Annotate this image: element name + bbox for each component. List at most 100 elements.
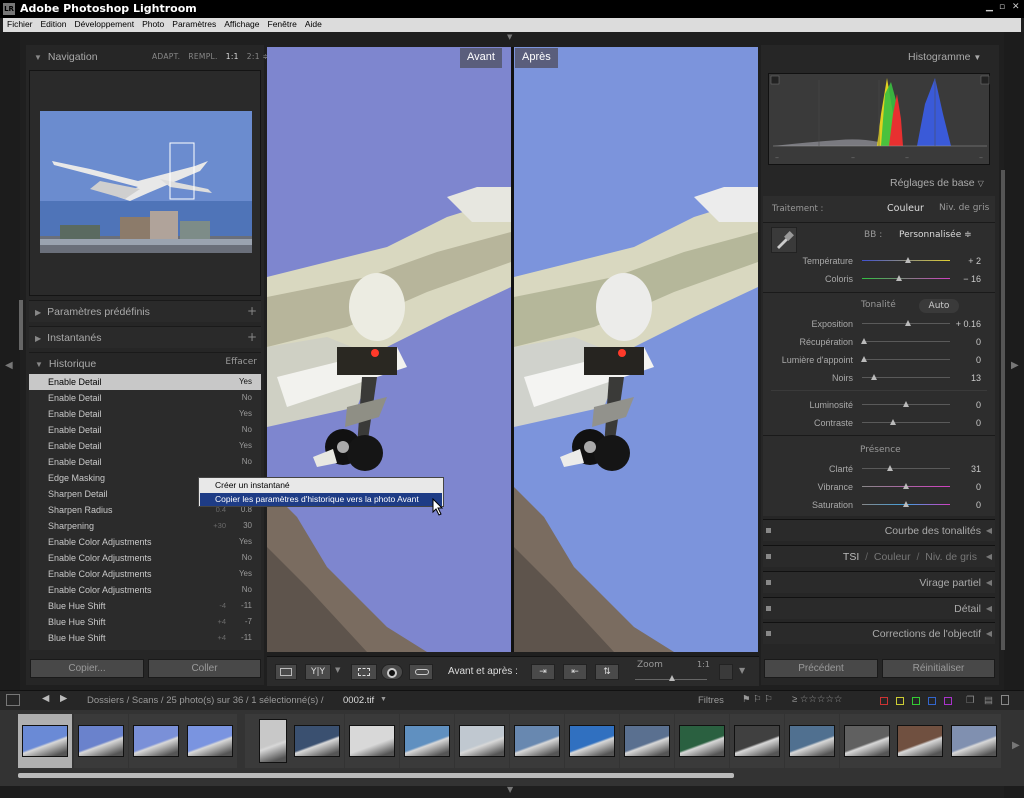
hsl-tab[interactable]: TSI	[843, 551, 859, 563]
history-clear-button[interactable]: Effacer	[225, 357, 257, 367]
back-arrow-icon[interactable]: ◀	[42, 693, 49, 704]
forward-arrow-icon[interactable]: ▶	[60, 693, 67, 704]
lens-corrections-section[interactable]: Corrections de l'objectif ◀	[763, 622, 995, 644]
menu-fichier[interactable]: Fichier	[3, 18, 37, 29]
after-photo[interactable]	[514, 47, 758, 652]
blue-label-filter[interactable]	[928, 697, 936, 705]
tint-knob[interactable]	[895, 275, 902, 281]
slider-tint[interactable]: Coloris − 16	[763, 270, 995, 288]
add-snapshot-icon[interactable]: +	[247, 330, 257, 344]
filter-switch-icon[interactable]	[1001, 695, 1009, 705]
right-scrollbar[interactable]	[1001, 170, 1005, 650]
nav-opt-fit[interactable]: ADAPT.	[152, 52, 180, 61]
spot-removal-button[interactable]	[409, 664, 433, 680]
filmstrip-thumbnail[interactable]	[183, 714, 237, 768]
fill-light-value[interactable]: 0	[976, 355, 981, 365]
create-snapshot-menu-item[interactable]: Créer un instantané	[200, 479, 442, 492]
filmstrip-thumbnail[interactable]	[785, 714, 839, 768]
nav-opt-2-1[interactable]: 2:1 ≑	[247, 52, 269, 61]
vibrance-knob[interactable]	[903, 483, 909, 489]
menu-developpement[interactable]: Développement	[71, 18, 139, 29]
nav-opt-fill[interactable]: REMPL.	[188, 52, 217, 61]
menu-fenetre[interactable]: Fenêtre	[264, 18, 301, 29]
history-row[interactable]: Enable Color Adjustments No	[29, 582, 261, 598]
slider-saturation[interactable]: Saturation 0	[763, 496, 995, 514]
treatment-gray-option[interactable]: Niv. de gris	[939, 203, 989, 213]
fill-light-knob[interactable]	[860, 356, 867, 362]
history-row[interactable]: Enable Color Adjustments No	[29, 550, 261, 566]
filter-lock-icon[interactable]: ▤	[984, 695, 993, 706]
detail-section[interactable]: Détail ◀	[763, 597, 995, 619]
brightness-value[interactable]: 0	[976, 400, 981, 410]
filmstrip-thumbnail[interactable]	[455, 714, 509, 768]
slider-vibrance[interactable]: Vibrance 0	[763, 478, 995, 496]
blacks-value[interactable]: 13	[971, 373, 981, 383]
filmstrip-scrollbar[interactable]	[18, 773, 734, 778]
filmstrip-thumbnail[interactable]	[290, 714, 344, 768]
history-row[interactable]: Blue Hue Shift -4 -11	[29, 598, 261, 614]
exposure-value[interactable]: + 0.16	[956, 319, 981, 329]
hsl-section[interactable]: TSI / Couleur / Niv. de gris ◀	[763, 545, 995, 567]
menu-photo[interactable]: Photo	[138, 18, 168, 29]
filmstrip-thumbnail[interactable]	[510, 714, 564, 768]
history-row[interactable]: Enable Detail No	[29, 454, 261, 470]
copy-before-to-after-button[interactable]: ⇤	[563, 664, 587, 680]
minimize-icon[interactable]: ▁	[986, 2, 993, 12]
recovery-track[interactable]	[862, 341, 950, 342]
copy-button[interactable]: Copier...	[30, 659, 144, 678]
red-label-filter[interactable]	[880, 697, 888, 705]
slider-clarity[interactable]: Clarté 31	[763, 460, 995, 478]
navigation-header[interactable]: ▼ Navigation	[34, 51, 98, 63]
zoom-slider-knob[interactable]	[669, 675, 675, 681]
navigator-thumbnail[interactable]	[30, 71, 262, 297]
panel-switch-icon[interactable]	[766, 606, 771, 611]
copy-history-to-before-menu-item[interactable]: Copier les paramètres d'historique vers …	[200, 493, 442, 506]
basic-header[interactable]: Réglages de base ▽	[890, 177, 984, 189]
slider-recovery[interactable]: Récupération 0	[763, 333, 995, 351]
saturation-knob[interactable]	[903, 501, 909, 507]
vibrance-value[interactable]: 0	[976, 482, 981, 492]
clarity-knob[interactable]	[887, 465, 894, 471]
contrast-value[interactable]: 0	[976, 418, 981, 428]
histogram-header[interactable]: Histogramme ▼	[908, 51, 981, 63]
toolbar-color-swatch[interactable]	[719, 664, 733, 680]
slider-exposure[interactable]: Exposition + 0.16	[763, 315, 995, 333]
history-row[interactable]: Enable Detail Yes	[29, 406, 261, 422]
slider-temperature[interactable]: Température + 2	[763, 252, 995, 270]
color-tab[interactable]: Couleur	[874, 551, 911, 563]
slider-brightness[interactable]: Luminosité 0	[763, 396, 995, 414]
toolbar-options-dropdown-icon[interactable]: ▼	[739, 666, 745, 675]
history-row[interactable]: Enable Detail No	[29, 390, 261, 406]
rating-filter[interactable]: ≥ ☆☆☆☆☆	[792, 694, 842, 705]
slider-blacks[interactable]: Noirs 13	[763, 369, 995, 387]
tint-value[interactable]: − 16	[963, 274, 981, 284]
blacks-knob[interactable]	[871, 374, 878, 380]
maximize-icon[interactable]: ▫	[999, 2, 1005, 12]
view-mode-dropdown-icon[interactable]: ▼	[335, 666, 340, 674]
presets-section[interactable]: ▶ Paramètres prédéfinis +	[29, 300, 261, 322]
history-row[interactable]: Enable Color Adjustments Yes	[29, 534, 261, 550]
add-preset-icon[interactable]: +	[247, 304, 257, 318]
snapshots-section[interactable]: ▶ Instantanés +	[29, 326, 261, 348]
history-row[interactable]: Enable Color Adjustments Yes	[29, 566, 261, 582]
swap-before-after-button[interactable]: ⇅	[595, 664, 619, 680]
wb-dropdown[interactable]: Personnalisée ≑	[899, 230, 972, 240]
filmstrip-thumbnail[interactable]	[840, 714, 894, 768]
paste-button[interactable]: Coller	[148, 659, 261, 678]
temperature-value[interactable]: + 2	[968, 256, 981, 266]
redeye-tool-button[interactable]	[381, 664, 403, 680]
nav-opt-1-1[interactable]: 1:1	[226, 52, 239, 61]
split-toning-section[interactable]: Virage partiel ◀	[763, 571, 995, 593]
copy-after-to-before-button[interactable]: ⇥	[531, 664, 555, 680]
close-icon[interactable]: ✕	[1012, 2, 1020, 12]
yellow-label-filter[interactable]	[896, 697, 904, 705]
current-filename[interactable]: 0002.tif	[343, 695, 374, 706]
panel-switch-icon[interactable]	[766, 631, 771, 636]
filter-options-icon[interactable]: ❐	[966, 695, 975, 706]
history-row[interactable]: Enable Detail Yes	[29, 438, 261, 454]
collapse-bottom-icon[interactable]: ▼	[507, 785, 513, 794]
filmstrip-scroll-right-icon[interactable]: ▶	[1012, 740, 1020, 751]
menu-aide[interactable]: Aide	[301, 18, 326, 29]
wb-picker-button[interactable]	[771, 227, 797, 253]
filmstrip-thumbnail[interactable]	[675, 714, 729, 768]
